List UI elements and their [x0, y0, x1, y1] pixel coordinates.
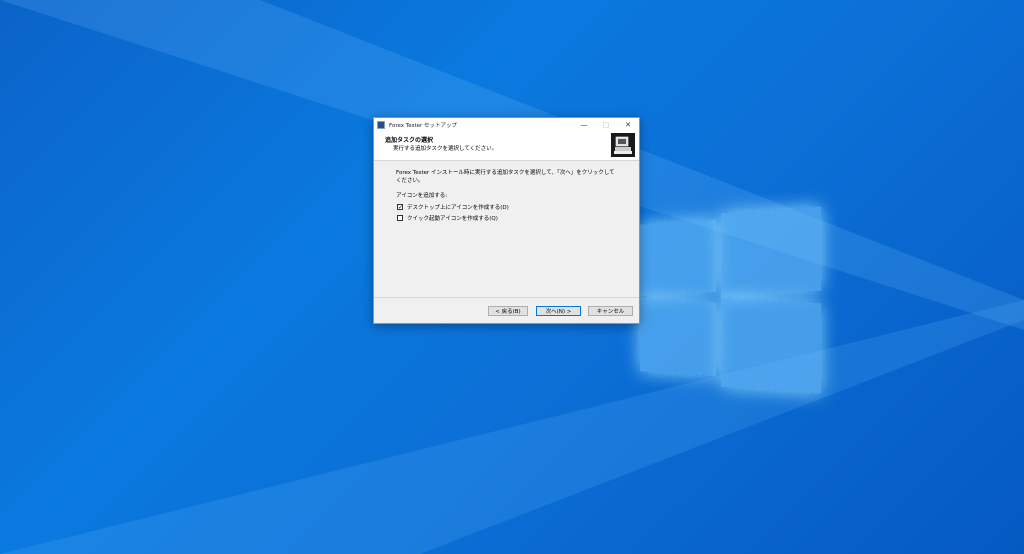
quicklaunch-icon-option[interactable]: クイック起動アイコンを作成する(Q)	[397, 214, 498, 222]
setup-dialog: Forex Tester セットアップ — □ ✕ 追加タスクの選択 実行する追…	[373, 117, 640, 324]
task-description: Forex Tester インストール時に実行する追加タスクを選択して、「次へ」…	[396, 170, 615, 184]
close-icon[interactable]: ✕	[617, 118, 639, 131]
cancel-button[interactable]: キャンセル	[588, 306, 633, 316]
windows-logo-pane-top-left	[640, 219, 716, 297]
title-bar[interactable]: Forex Tester セットアップ — □ ✕	[374, 118, 639, 131]
window-title: Forex Tester セットアップ	[389, 122, 457, 129]
installer-computer-icon	[611, 133, 635, 157]
maximize-icon[interactable]: □	[595, 118, 617, 131]
windows-logo-pane-bottom-right	[721, 296, 821, 394]
wizard-header: 追加タスクの選択 実行する追加タスクを選択してください。	[374, 131, 639, 161]
page-subtitle: 実行する追加タスクを選択してください。	[393, 146, 498, 152]
back-button[interactable]: < 戻る(B)	[488, 306, 528, 316]
quicklaunch-icon-checkbox[interactable]	[397, 215, 403, 221]
windows-logo-pane-bottom-left	[640, 297, 716, 377]
next-button[interactable]: 次へ(N) >	[536, 306, 581, 316]
desktop-icon-option[interactable]: ✓ デスクトップ上にアイコンを作成する(D)	[397, 203, 509, 211]
window-controls: — □ ✕	[573, 118, 639, 131]
icon-group-label: アイコンを追加する:	[396, 193, 448, 199]
page-title: 追加タスクの選択	[385, 137, 434, 144]
minimize-icon[interactable]: —	[573, 118, 595, 131]
windows-logo-pane-top-right	[721, 206, 821, 298]
desktop-icon-label: デスクトップ上にアイコンを作成する(D)	[407, 205, 509, 211]
wizard-content: Forex Tester インストール時に実行する追加タスクを選択して、「次へ」…	[374, 161, 639, 295]
wizard-footer: < 戻る(B) 次へ(N) > キャンセル	[374, 297, 639, 324]
desktop-icon-checkbox[interactable]: ✓	[397, 204, 403, 211]
quicklaunch-icon-label: クイック起動アイコンを作成する(Q)	[407, 216, 498, 222]
app-icon	[377, 120, 385, 129]
